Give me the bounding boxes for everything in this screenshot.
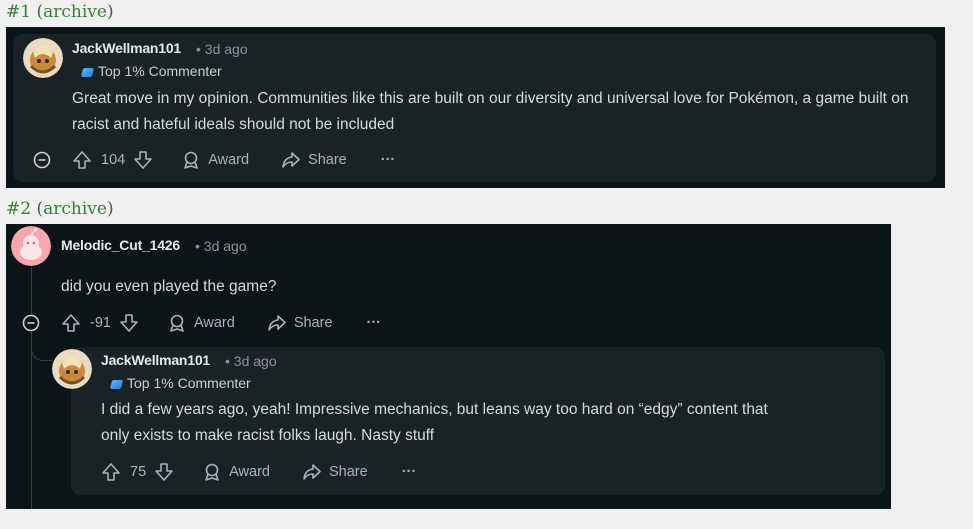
timestamp: • 3d ago [195, 238, 247, 254]
share-icon [282, 152, 300, 168]
upvote-icon[interactable] [72, 150, 92, 170]
more-options-button[interactable]: ··· [367, 315, 382, 331]
award-button[interactable]: Award [181, 150, 249, 170]
username[interactable]: Melodic_Cut_1426 [61, 237, 180, 253]
time-text: 3d ago [233, 353, 277, 369]
award-icon [205, 463, 219, 481]
action-bar: 104 Award Share ··· [72, 148, 395, 172]
archive-link[interactable]: archive [43, 2, 107, 22]
vote-score: 104 [101, 152, 126, 168]
share-button[interactable]: Share [281, 150, 347, 170]
comment-body: Great move in my opinion. Communities li… [72, 90, 909, 133]
item-number: #2 [6, 199, 32, 219]
share-icon [303, 464, 321, 480]
award-label: Award [208, 152, 250, 168]
award-button[interactable]: Award [202, 462, 270, 482]
more-icon: ··· [401, 464, 417, 480]
screenshot-comment-2: Melodic_Cut_1426 • 3d ago did you even p… [6, 224, 891, 509]
more-options-button[interactable]: ··· [381, 152, 396, 168]
collapse-icon[interactable] [22, 314, 40, 332]
badge-text: Top 1% Commenter [98, 63, 222, 79]
award-label: Award [193, 315, 235, 331]
thread-line [31, 267, 32, 314]
share-button[interactable]: Share [302, 462, 368, 482]
vote-score: -91 [90, 315, 111, 331]
comment-body: did you even played the game? [61, 278, 277, 295]
username[interactable]: JackWellman101 [101, 352, 210, 368]
commenter-badge[interactable]: Top 1% Commenter [80, 63, 222, 79]
award-icon [184, 151, 199, 169]
thread-line [31, 332, 32, 509]
username[interactable]: JackWellman101 [72, 40, 181, 56]
action-bar: 75 Award Share ··· [101, 460, 416, 484]
vote-group: 104 [72, 150, 153, 170]
upvote-icon[interactable] [101, 462, 121, 482]
commenter-badge[interactable]: Top 1% Commenter [109, 375, 251, 391]
collapse-icon[interactable] [33, 151, 51, 169]
share-label: Share [308, 152, 347, 168]
time-text: 3d ago [204, 41, 248, 57]
reply-body-line: I did a few years ago, yeah! Impressive … [101, 401, 768, 418]
timestamp: • 3d ago [225, 353, 277, 369]
share-label: Share [293, 315, 333, 331]
upvote-icon[interactable] [61, 313, 81, 333]
share-icon [268, 315, 286, 331]
time-text: 3d ago [203, 238, 247, 254]
screenshot-comment-1: JackWellman101 • 3d ago Top 1% Commenter… [6, 27, 945, 188]
downvote-icon[interactable] [154, 462, 174, 482]
reply-body-line: only exists to make racist folks laugh. … [101, 427, 435, 444]
badge-icon [109, 379, 124, 389]
more-icon: ··· [366, 315, 382, 331]
action-bar: -91 Award Share ··· [61, 311, 381, 335]
avatar[interactable] [52, 349, 92, 389]
share-label: Share [328, 464, 368, 480]
item-number: #1 [6, 2, 32, 22]
badge-icon [80, 67, 95, 77]
more-icon: ··· [380, 152, 396, 168]
reply-body: I did a few years ago, yeah! Impressive … [101, 397, 881, 449]
share-button[interactable]: Share [267, 313, 333, 333]
timestamp: • 3d ago [196, 41, 248, 57]
badge-text: Top 1% Commenter [127, 375, 251, 391]
avatar[interactable] [23, 38, 63, 78]
reply-connector [31, 332, 52, 361]
more-options-button[interactable]: ··· [402, 464, 417, 480]
avatar[interactable] [11, 226, 51, 266]
downvote-icon[interactable] [133, 150, 153, 170]
vote-group: 75 [101, 462, 174, 482]
item-label: #2 (archive) [6, 199, 114, 219]
vote-group: -91 [61, 313, 139, 333]
item-label: #1 (archive) [6, 2, 114, 22]
vote-score: 75 [130, 464, 147, 480]
archive-link[interactable]: archive [43, 199, 107, 219]
award-icon [170, 314, 184, 332]
award-label: Award [229, 464, 270, 480]
downvote-icon[interactable] [119, 313, 139, 333]
award-button[interactable]: Award [167, 313, 235, 333]
